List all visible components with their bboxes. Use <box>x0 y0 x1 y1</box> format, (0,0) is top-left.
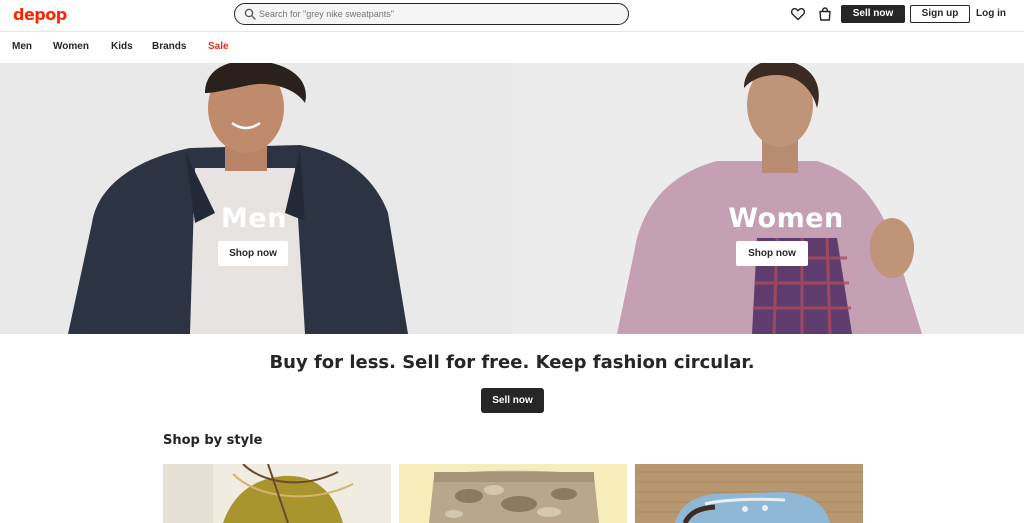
style-card-image <box>163 464 391 523</box>
style-card[interactable] <box>163 464 391 523</box>
search-icon <box>244 8 256 20</box>
men-model-image <box>0 63 512 334</box>
search-input[interactable] <box>259 7 619 21</box>
style-card-image <box>635 464 863 523</box>
sign-up-button[interactable]: Sign up <box>910 5 970 23</box>
hero-panel-women[interactable]: Women Shop now <box>512 63 1024 334</box>
style-card-image <box>399 464 627 523</box>
search-bar[interactable] <box>234 3 629 25</box>
style-card[interactable] <box>399 464 627 523</box>
nav-item-women[interactable]: Women <box>53 41 89 52</box>
top-header: depop Sell now Sign up Log in <box>0 0 1024 32</box>
promo-tagline: Buy for less. Sell for free. Keep fashio… <box>269 352 755 373</box>
shop-women-button[interactable]: Shop now <box>736 241 808 266</box>
bag-icon[interactable] <box>817 6 833 22</box>
depop-logo[interactable]: depop <box>13 5 67 24</box>
log-in-link[interactable]: Log in <box>976 8 1006 19</box>
style-card[interactable] <box>635 464 863 523</box>
category-nav: Men Women Kids Brands Sale <box>0 33 1024 63</box>
hero-panel-men[interactable]: Men Shop now <box>0 63 512 334</box>
nav-item-men[interactable]: Men <box>12 41 32 52</box>
promo-sell-now-button[interactable]: Sell now <box>481 388 544 413</box>
women-model-image <box>512 63 1024 334</box>
nav-item-sale[interactable]: Sale <box>208 41 229 52</box>
hero-title-women: Women <box>728 203 844 234</box>
heart-icon[interactable] <box>790 6 806 22</box>
shop-by-style-heading: Shop by style <box>163 433 263 448</box>
hero-title-men: Men <box>221 203 287 234</box>
nav-item-kids[interactable]: Kids <box>111 41 133 52</box>
hero-banner: Men Shop now Women Shop now <box>0 63 1024 334</box>
shop-men-button[interactable]: Shop now <box>218 241 288 266</box>
sell-now-button[interactable]: Sell now <box>841 5 905 23</box>
nav-item-brands[interactable]: Brands <box>152 41 186 52</box>
